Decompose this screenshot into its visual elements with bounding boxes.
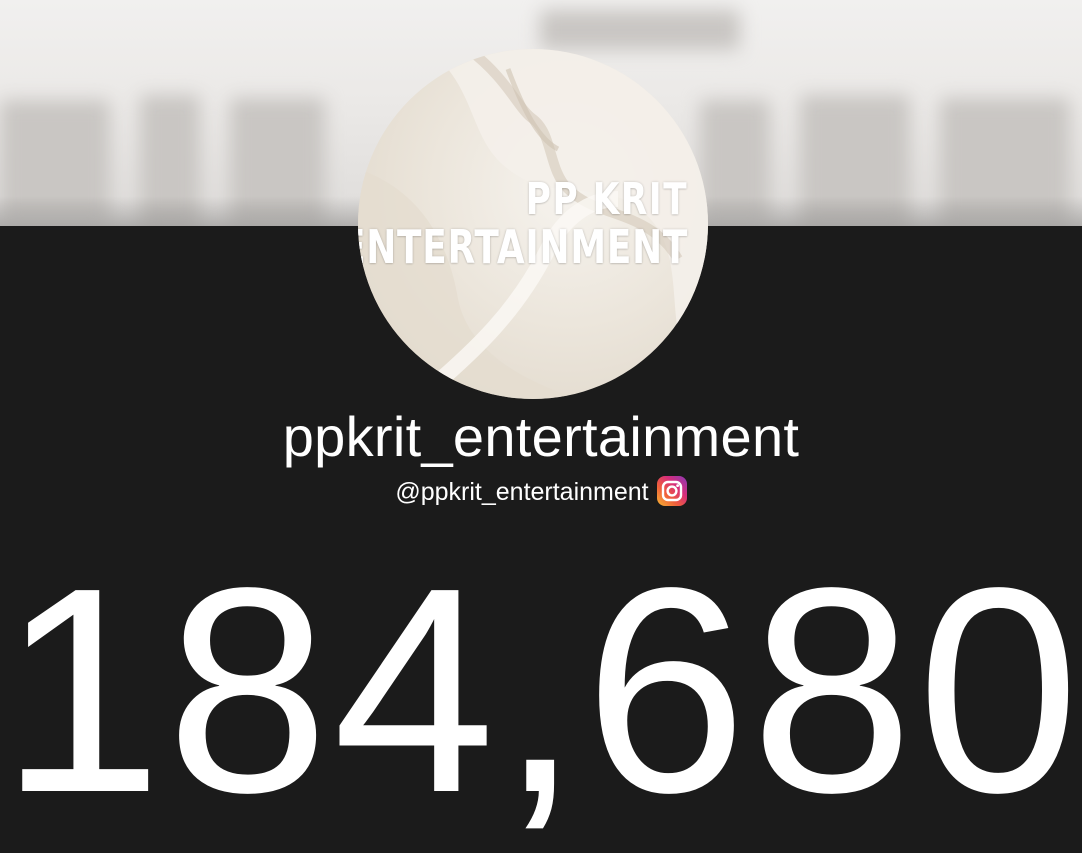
avatar-logo-line1: PP KRIT — [525, 174, 688, 225]
profile-handle[interactable]: @ppkrit_entertainment — [395, 478, 648, 506]
profile-name: ppkrit_entertainment — [282, 405, 800, 468]
avatar-logo-line2: ENTERTAINMENT — [358, 220, 688, 275]
avatar-logo-text: PP KRIT ENTERTAINMENT — [358, 174, 688, 275]
profile-handle-row[interactable]: @ppkrit_entertainment — [0, 476, 1082, 508]
instagram-icon — [656, 476, 687, 506]
follower-count: 184,680 — [0, 527, 1082, 853]
profile-avatar[interactable]: PP KRIT ENTERTAINMENT — [358, 49, 708, 399]
